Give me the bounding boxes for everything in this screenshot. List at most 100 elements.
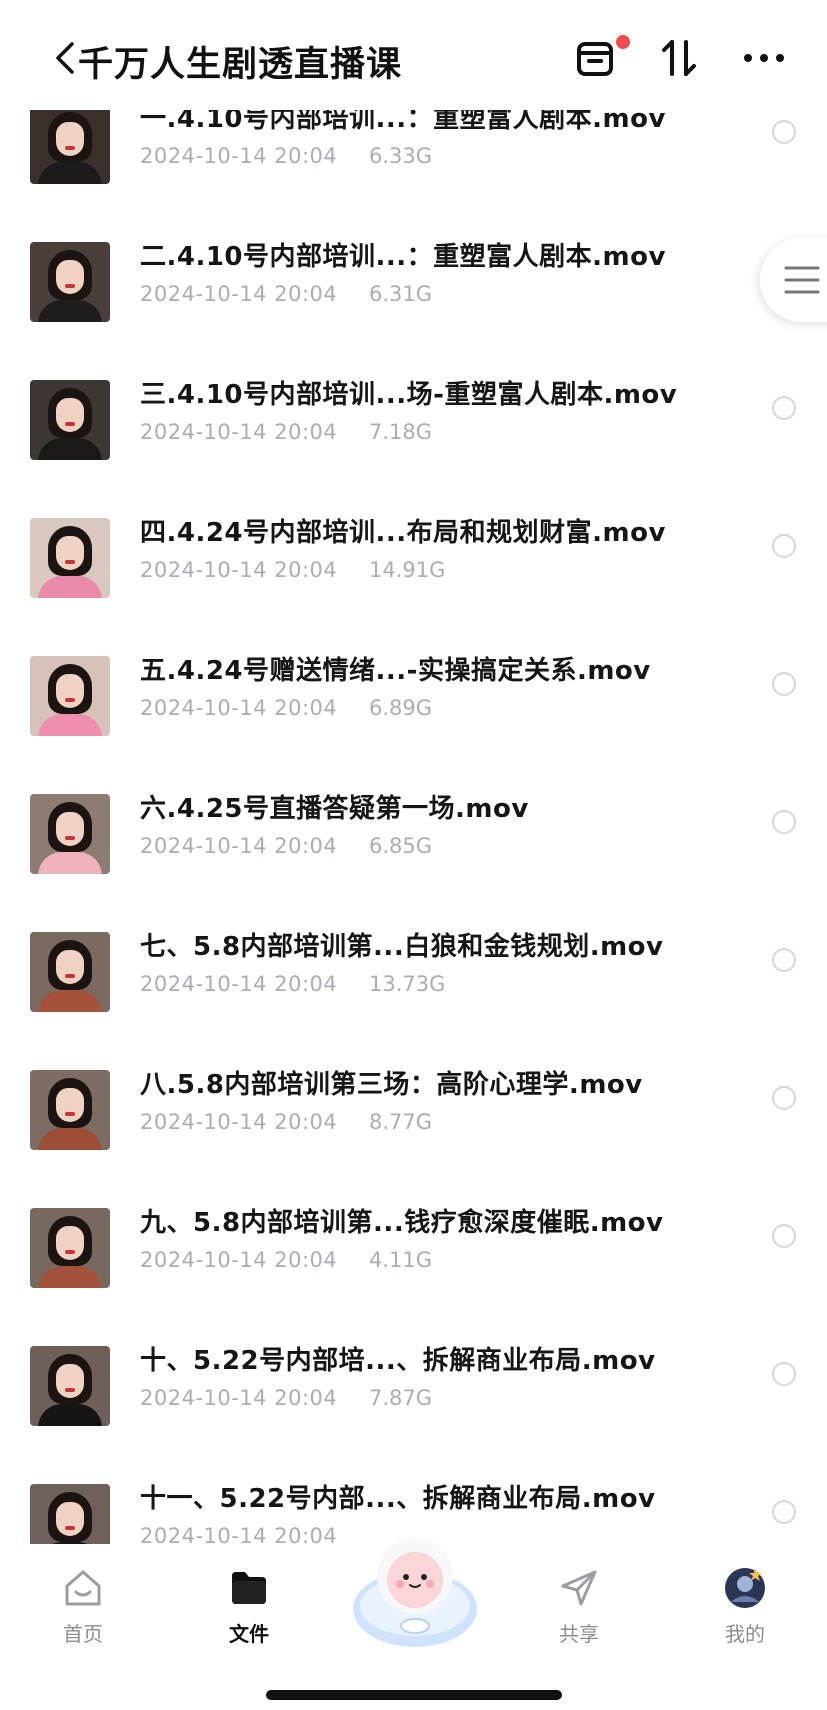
video-thumbnail [30, 242, 110, 322]
file-row[interactable]: 六.4.25号直播答疑第一场.mov 2024-10-14 20:04 6.85G [0, 784, 827, 922]
file-date: 2024-10-14 20:04 [140, 1524, 338, 1544]
file-date: 2024-10-14 20:04 [140, 282, 338, 306]
thumbnail-face [56, 1364, 84, 1398]
nav-share-label: 共享 [559, 1622, 599, 1646]
file-name[interactable]: 十、5.22号内部培...、拆解商业布局.mov [140, 1340, 656, 1377]
file-name[interactable]: 七、5.8内部培训第...白狼和金钱规划.mov [140, 926, 663, 963]
bottom-navigation: 首页 文件 共享 我的 [0, 1538, 827, 1710]
file-size: 8.77G [369, 1110, 433, 1134]
video-thumbnail [30, 656, 110, 736]
file-list: 一.4.10号内部培训...：重塑富人剧本.mov 2024-10-14 20:0… [0, 94, 827, 1544]
more-options-icon[interactable] [740, 34, 788, 82]
file-name[interactable]: 十一、5.22号内部...、拆解商业布局.mov [140, 1478, 656, 1515]
video-thumbnail [30, 1208, 110, 1288]
select-radio[interactable] [772, 948, 796, 972]
thumbnail-lips [65, 1526, 75, 1530]
recycle-bin-icon[interactable] [572, 34, 620, 82]
file-row[interactable]: 八.5.8内部培训第三场：高阶心理学.mov 2024-10-14 20:04 8.… [0, 1060, 827, 1198]
file-name[interactable]: 二.4.10号内部培训...：重塑富人剧本.mov [140, 236, 666, 273]
file-row[interactable]: 九、5.8内部培训第...钱疗愈深度催眠.mov 2024-10-14 20:04… [0, 1198, 827, 1336]
select-radio[interactable] [772, 396, 796, 420]
avatar-icon [725, 1568, 765, 1608]
file-row[interactable]: 四.4.24号内部培训...布局和规划财富.mov 2024-10-14 20:0… [0, 508, 827, 646]
thumbnail-lips [65, 284, 75, 288]
nav-mine-label: 我的 [725, 1622, 765, 1646]
paper-plane-icon [561, 1570, 597, 1606]
thumbnail-face [56, 122, 84, 156]
menu-lines-icon [784, 266, 820, 294]
select-radio[interactable] [772, 1362, 796, 1386]
page-title: 千万人生剧透直播课 [78, 45, 403, 85]
file-date: 2024-10-14 20:04 [140, 696, 338, 720]
nav-home-label: 首页 [63, 1622, 103, 1646]
video-thumbnail [30, 794, 110, 874]
file-date: 2024-10-14 20:04 [140, 972, 338, 996]
file-date: 2024-10-14 20:04 [140, 834, 338, 858]
thumbnail-lips [65, 1112, 75, 1116]
file-size: 6.89G [369, 696, 433, 720]
select-radio[interactable] [772, 1500, 796, 1524]
mascot-assistant-icon[interactable] [340, 1514, 490, 1664]
thumbnail-face [56, 674, 84, 708]
file-date: 2024-10-14 20:04 [140, 144, 338, 168]
file-date: 2024-10-14 20:04 [140, 1110, 338, 1134]
file-row[interactable]: 一.4.10号内部培训...：重塑富人剧本.mov 2024-10-14 20:0… [0, 94, 827, 232]
notification-dot [616, 35, 630, 49]
nav-files[interactable]: 文件 [194, 1562, 304, 1652]
file-size: 7.87G [369, 1386, 433, 1410]
file-name[interactable]: 九、5.8内部培训第...钱疗愈深度催眠.mov [140, 1202, 663, 1239]
file-size: 13.73G [369, 972, 446, 996]
file-row[interactable]: 十、5.22号内部培...、拆解商业布局.mov 2024-10-14 20:04… [0, 1336, 827, 1474]
nav-share[interactable]: 共享 [524, 1562, 634, 1652]
thumbnail-lips [65, 698, 75, 702]
thumbnail-face [56, 1502, 84, 1536]
file-size: 7.18G [369, 420, 433, 444]
video-thumbnail [30, 1346, 110, 1426]
file-row[interactable]: 三.4.10号内部培训...场-重塑富人剧本.mov 2024-10-14 20:… [0, 370, 827, 508]
thumbnail-face [56, 1226, 84, 1260]
file-row[interactable]: 五.4.24号赠送情绪...-实操搞定关系.mov 2024-10-14 20:0… [0, 646, 827, 784]
thumbnail-lips [65, 560, 75, 564]
file-name[interactable]: 四.4.24号内部培训...布局和规划财富.mov [140, 512, 666, 549]
file-size: 6.33G [369, 144, 433, 168]
file-name[interactable]: 三.4.10号内部培训...场-重塑富人剧本.mov [140, 374, 677, 411]
file-date: 2024-10-14 20:04 [140, 1248, 338, 1272]
file-name[interactable]: 五.4.24号赠送情绪...-实操搞定关系.mov [140, 650, 651, 687]
file-size: 4.11G [369, 1248, 433, 1272]
file-row[interactable]: 七、5.8内部培训第...白狼和金钱规划.mov 2024-10-14 20:04… [0, 922, 827, 1060]
thumbnail-face [56, 812, 84, 846]
thumbnail-lips [65, 974, 75, 978]
file-date: 2024-10-14 20:04 [140, 420, 338, 444]
select-radio[interactable] [772, 1086, 796, 1110]
folder-icon [232, 1572, 266, 1604]
video-thumbnail [30, 932, 110, 1012]
file-size: 6.85G [369, 834, 433, 858]
select-radio[interactable] [772, 120, 796, 144]
video-thumbnail [30, 1484, 110, 1544]
file-row[interactable]: 二.4.10号内部培训...：重塑富人剧本.mov 2024-10-14 20:0… [0, 232, 827, 370]
thumbnail-face [56, 1088, 84, 1122]
thumbnail-lips [65, 1388, 75, 1392]
file-name[interactable]: 八.5.8内部培训第三场：高阶心理学.mov [140, 1064, 643, 1101]
thumbnail-lips [65, 146, 75, 150]
home-indicator [266, 1690, 562, 1700]
back-arrow-icon[interactable] [52, 38, 80, 78]
file-date: 2024-10-14 20:04 [140, 558, 338, 582]
file-name[interactable]: 六.4.25号直播答疑第一场.mov [140, 788, 529, 825]
select-radio[interactable] [772, 534, 796, 558]
select-radio[interactable] [772, 1224, 796, 1248]
file-size: 6.31G [369, 282, 433, 306]
thumbnail-face [56, 398, 84, 432]
nav-home[interactable]: 首页 [28, 1562, 138, 1652]
thumbnail-face [56, 950, 84, 984]
nav-mine[interactable]: 我的 [690, 1562, 800, 1652]
video-thumbnail [30, 1070, 110, 1150]
top-bar: 千万人生剧透直播课 [0, 0, 827, 110]
video-thumbnail [30, 104, 110, 184]
sort-icon[interactable] [656, 34, 704, 82]
select-radio[interactable] [772, 672, 796, 696]
nav-files-label: 文件 [229, 1622, 269, 1646]
video-thumbnail [30, 518, 110, 598]
thumbnail-face [56, 260, 84, 294]
select-radio[interactable] [772, 810, 796, 834]
